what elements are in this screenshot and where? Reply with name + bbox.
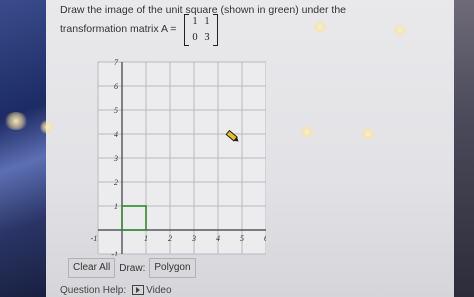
right-bezel	[454, 0, 474, 297]
matrix-cell: 3	[204, 32, 210, 43]
screen-glare	[40, 120, 54, 134]
screen-glare	[300, 126, 314, 138]
x-tick-label: 6	[264, 234, 266, 243]
matrix-cell: 1	[204, 16, 210, 27]
polygon-tool-button[interactable]: Polygon	[149, 258, 196, 278]
screen-glare	[393, 24, 407, 36]
x-tick-label: 4	[216, 234, 220, 243]
graph-canvas[interactable]: -11234567-11234567	[60, 56, 266, 256]
question-panel: Draw the image of the unit square (shown…	[46, 0, 454, 297]
y-tick-label: -1	[111, 250, 118, 256]
question-help-label: Question Help:	[60, 285, 127, 296]
screen-glare	[4, 112, 28, 130]
play-video-icon	[132, 285, 145, 296]
screen-glare	[313, 21, 327, 33]
question-help: Question Help: Video	[60, 285, 172, 296]
left-bezel	[0, 0, 46, 297]
y-tick-label: 1	[114, 202, 118, 211]
y-tick-label: 2	[114, 178, 118, 187]
transformation-matrix: 1 1 0 3	[184, 14, 218, 46]
draw-label: Draw:	[119, 262, 146, 274]
matrix-cell: 0	[192, 32, 198, 43]
x-tick-label: 5	[240, 234, 244, 243]
x-tick-label: -1	[91, 234, 98, 243]
x-tick-label: 1	[144, 234, 148, 243]
matrix-prefix: transformation matrix A =	[60, 23, 177, 35]
y-tick-label: 4	[114, 130, 118, 139]
matrix-right-bracket	[213, 14, 218, 46]
toolbar: Clear All Draw: Polygon	[68, 258, 196, 278]
y-tick-label: 3	[113, 154, 118, 163]
clear-all-button[interactable]: Clear All	[68, 258, 116, 278]
y-tick-label: 6	[114, 82, 118, 91]
video-label: Video	[146, 285, 172, 296]
screen-glare	[361, 128, 375, 140]
x-tick-label: 2	[168, 234, 172, 243]
video-link[interactable]: Video	[132, 285, 172, 296]
y-tick-label: 5	[114, 106, 118, 115]
x-tick-label: 3	[191, 234, 196, 243]
matrix-cell: 1	[192, 16, 198, 27]
